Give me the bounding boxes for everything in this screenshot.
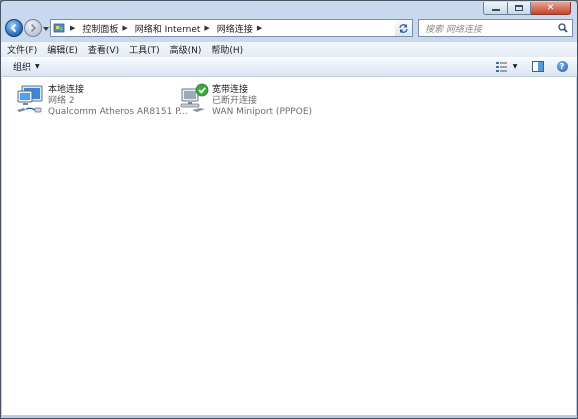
view-options-icon [496, 61, 507, 72]
search-box[interactable]: 搜索 网络连接 [418, 19, 573, 37]
minimize-button[interactable] [483, 2, 508, 15]
breadcrumb-arrow-icon: ▶ [256, 24, 263, 32]
breadcrumb-network-connections[interactable]: 网络连接 ▶ [217, 22, 266, 35]
menu-edit[interactable]: 编辑(E) [47, 43, 78, 56]
address-bar[interactable]: ▶ 控制面板▶ 网络和 Internet▶ 网络连接▶ ▼ [50, 19, 410, 37]
menu-advanced[interactable]: 高级(N) [170, 43, 202, 56]
connection-text: 宽带连接 已断开连接 WAN Miniport (PPPOE) [212, 82, 312, 118]
view-dropdown-icon[interactable]: ▼ [511, 60, 519, 73]
navigation-bar: ▶ 控制面板▶ 网络和 Internet▶ 网络连接▶ ▼ 搜索 网络连接 [1, 15, 577, 42]
preview-pane-button[interactable] [531, 60, 545, 73]
breadcrumb-separator-root[interactable]: ▶ [69, 24, 79, 32]
maximize-button[interactable] [508, 2, 531, 15]
menu-tools[interactable]: 工具(T) [129, 43, 160, 56]
back-arrow-icon [10, 23, 17, 33]
help-button[interactable]: ? [555, 60, 569, 73]
forward-arrow-icon [30, 23, 37, 33]
search-icon[interactable] [558, 23, 568, 33]
recent-pages-dropdown-icon[interactable] [42, 25, 50, 33]
network-connections-window: ✕ ▶ 控制面板▶ 网络和 Internet▶ 网络连接▶ ▼ 搜索 网络连接 [0, 0, 578, 419]
back-button[interactable] [5, 19, 23, 37]
connection-device: WAN Miniport (PPPOE) [212, 107, 313, 117]
menu-help[interactable]: 帮助(H) [211, 43, 243, 56]
command-bar: 组织 ▼ ▼ ? [1, 57, 577, 77]
control-panel-icon [53, 23, 65, 33]
search-placeholder: 搜索 网络连接 [425, 24, 482, 35]
help-icon: ? [556, 61, 568, 72]
connection-text: 本地连接 网络 2 Qualcomm Atheros AR8151 P... [48, 82, 188, 118]
command-bar-right: ▼ ? [489, 60, 569, 73]
preview-pane-icon [532, 61, 544, 72]
menu-bar: 文件(F) 编辑(E) 查看(V) 工具(T) 高级(N) 帮助(H) [1, 42, 577, 58]
change-view-button[interactable] [495, 60, 509, 73]
breadcrumb-arrow-icon: ▶ [204, 24, 210, 32]
breadcrumb-label: 网络连接 [216, 24, 253, 35]
connection-name: 本地连接 [48, 85, 85, 95]
chevron-down-icon: ▼ [35, 63, 40, 70]
lan-adapter-icon [17, 85, 43, 113]
organize-label: 组织 [13, 63, 32, 73]
connection-item-broadband[interactable]: 宽带连接 已断开连接 WAN Miniport (PPPOE) [178, 82, 312, 118]
maximize-icon [515, 5, 523, 11]
connection-name: 宽带连接 [212, 85, 249, 95]
connection-status: 已断开连接 [212, 96, 258, 106]
connection-status: 网络 2 [48, 96, 75, 106]
breadcrumb-arrow-icon: ▶ [70, 24, 76, 32]
breadcrumb-network-internet[interactable]: 网络和 Internet ▶ [135, 22, 214, 35]
menu-view[interactable]: 查看(V) [88, 43, 119, 56]
forward-button[interactable] [24, 19, 42, 37]
close-icon: ✕ [546, 2, 555, 13]
refresh-icon [399, 23, 408, 33]
breadcrumb-label: 控制面板 [82, 24, 119, 35]
breadcrumb-label: 网络和 Internet [134, 24, 201, 35]
refresh-button[interactable] [395, 19, 413, 37]
connections-list: 本地连接 网络 2 Qualcomm Atheros AR8151 P... 宽… [2, 77, 576, 415]
close-button[interactable]: ✕ [531, 2, 571, 15]
caption-buttons: ✕ [483, 2, 571, 15]
breadcrumb-control-panel[interactable]: 控制面板 ▶ [82, 22, 131, 35]
connection-item-local[interactable]: 本地连接 网络 2 Qualcomm Atheros AR8151 P... [14, 82, 188, 118]
breadcrumb-arrow-icon: ▶ [122, 24, 128, 32]
organize-button[interactable]: 组织 ▼ [13, 60, 40, 73]
connection-device: Qualcomm Atheros AR8151 P... [48, 107, 188, 117]
broadband-adapter-icon [180, 83, 209, 112]
minimize-icon [491, 9, 500, 11]
menu-file[interactable]: 文件(F) [7, 43, 37, 56]
